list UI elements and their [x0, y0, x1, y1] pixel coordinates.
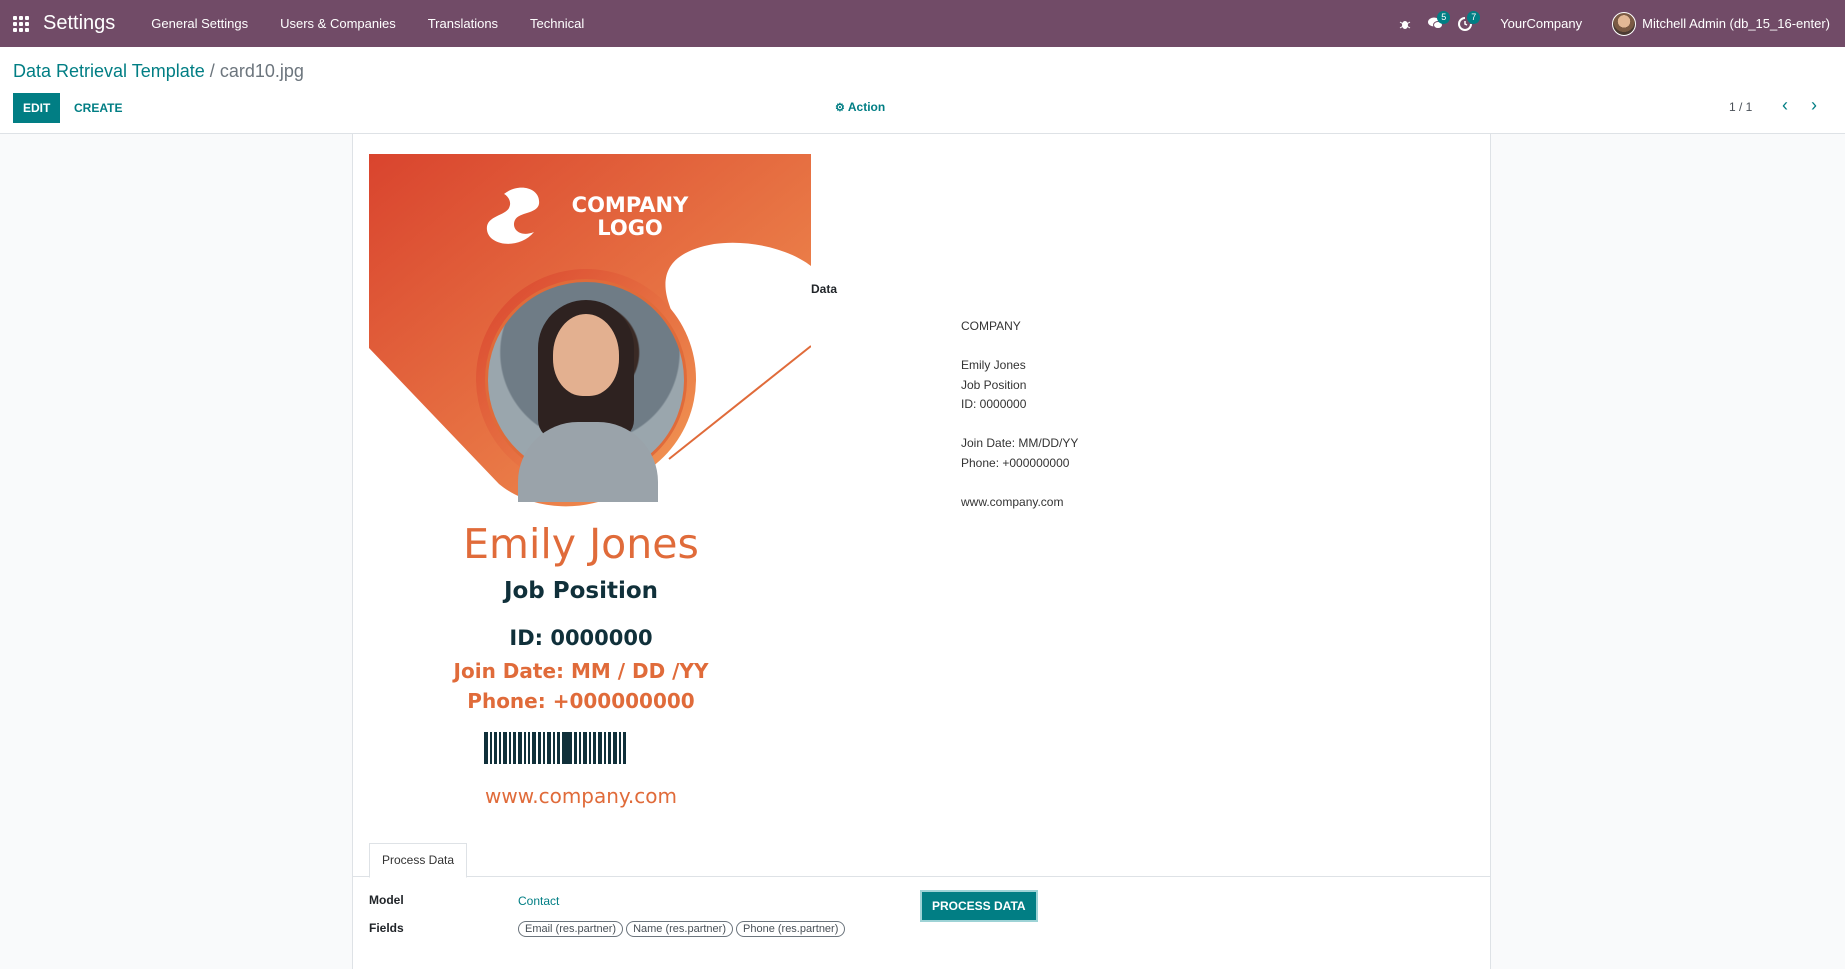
menu-translations[interactable]: Translations: [412, 16, 514, 31]
app-title[interactable]: Settings: [43, 12, 115, 35]
card-logo-line-2: LOGO: [597, 216, 663, 240]
card-job: Job Position: [503, 578, 659, 604]
tab-process-data[interactable]: Process Data: [369, 843, 468, 878]
activities-badge: 7: [1467, 11, 1481, 24]
gear-icon: ⚙: [835, 101, 845, 114]
model-value-link[interactable]: Contact: [518, 894, 559, 908]
data-line: www.company.com: [961, 494, 1064, 509]
data-line: ID: 0000000: [961, 397, 1027, 411]
chevron-right-icon[interactable]: ›: [1804, 96, 1824, 116]
menu-general-settings[interactable]: General Settings: [135, 16, 264, 31]
employee-photo: [485, 279, 687, 502]
messages-badge: 5: [1437, 11, 1451, 24]
menu-users-companies[interactable]: Users & Companies: [264, 16, 412, 31]
process-data-button[interactable]: PROCESS DATA: [920, 890, 1038, 922]
data-line: Job Position: [961, 377, 1027, 392]
breadcrumb-current: card10.jpg: [219, 61, 304, 81]
breadcrumb: Data Retrieval Template / card10.jpg: [13, 61, 304, 82]
user-name: Mitchell Admin (db_15_16-enter): [1642, 16, 1830, 31]
card-id: ID: 0000000: [509, 626, 653, 650]
id-card-image: COMPANY LOGO Emily Jones Job Position ID…: [369, 154, 811, 826]
data-line: [961, 337, 1078, 357]
action-label: Action: [847, 100, 886, 114]
card-join-date: Join Date: MM / DD /YY: [453, 659, 709, 683]
data-line: COMPANY: [961, 319, 1021, 333]
field-tag-email[interactable]: Email (res.partner): [518, 921, 624, 937]
breadcrumb-separator: /: [209, 61, 215, 81]
model-label: Model: [369, 893, 404, 907]
pager-value[interactable]: 1 / 1: [1729, 100, 1752, 114]
form-sheet: COMPANY LOGO Emily Jones Job Position ID…: [352, 134, 1491, 969]
systray: 5 7 YourCompany Mitchell Admin (db_15_16…: [1390, 0, 1845, 47]
control-panel: Data Retrieval Template / card10.jpg EDI…: [0, 47, 1845, 134]
chevron-left-icon[interactable]: ‹: [1775, 96, 1795, 116]
messages-chat-icon[interactable]: 5: [1420, 0, 1451, 47]
main-menu: General Settings Users & Companies Trans…: [135, 16, 600, 31]
user-avatar: [1612, 11, 1637, 36]
fields-label: Fields: [369, 921, 404, 935]
card-phone: Phone: +000000000: [467, 689, 695, 713]
data-line: Join Date: MM/DD/YY: [961, 436, 1079, 450]
field-tag-name[interactable]: Name (res.partner): [626, 921, 733, 937]
card-name: Emily Jones: [463, 520, 699, 568]
create-button[interactable]: CREATE: [66, 93, 130, 123]
activities-clock-icon[interactable]: 7: [1450, 0, 1481, 47]
data-line: [961, 473, 1078, 493]
notebook-tabs: Process Data: [353, 843, 1490, 878]
action-menu[interactable]: ⚙ Action: [835, 100, 885, 114]
field-tag-phone[interactable]: Phone (res.partner): [736, 921, 846, 937]
breadcrumb-parent[interactable]: Data Retrieval Template: [13, 61, 205, 81]
extracted-data-text: COMPANY Emily Jones Job Position ID: 000…: [961, 317, 1078, 512]
barcode: [484, 732, 628, 764]
data-line: Phone: +000000000: [961, 455, 1070, 470]
data-field-label: Data: [811, 282, 838, 296]
debug-bug-icon[interactable]: [1390, 0, 1420, 47]
user-menu[interactable]: Mitchell Admin (db_15_16-enter): [1612, 11, 1830, 36]
card-logo-text: COMPANY LOGO: [560, 194, 700, 240]
data-line: [961, 415, 1078, 435]
data-line: Emily Jones: [961, 358, 1026, 372]
fields-tags: Email (res.partner) Name (res.partner) P…: [518, 921, 848, 937]
edit-button[interactable]: EDIT: [13, 93, 61, 123]
card-logo-line-1: COMPANY: [571, 193, 689, 217]
menu-technical[interactable]: Technical: [514, 16, 600, 31]
card-website: www.company.com: [485, 784, 677, 808]
top-navbar: Settings General Settings Users & Compan…: [0, 0, 1845, 47]
company-switcher[interactable]: YourCompany: [1500, 16, 1582, 31]
apps-menu-icon[interactable]: [13, 15, 31, 32]
